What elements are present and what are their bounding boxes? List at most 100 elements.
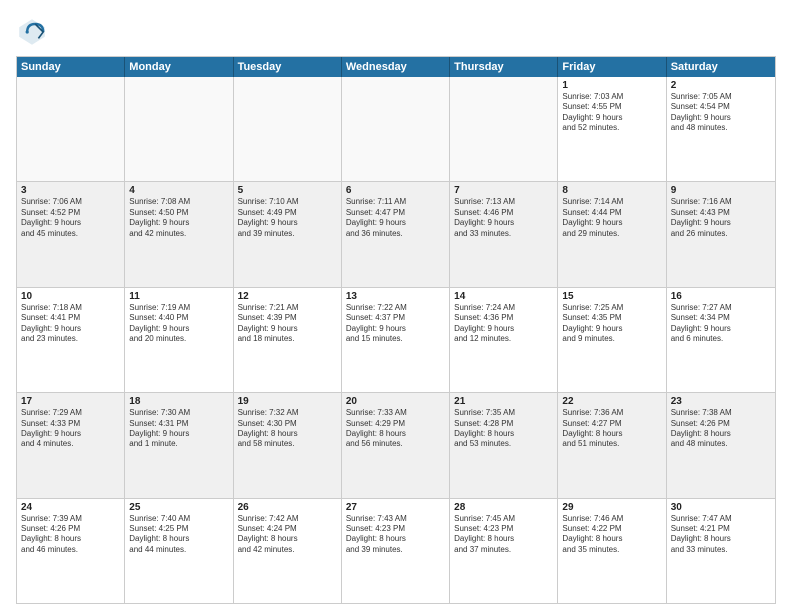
day-cell-30: 30Sunrise: 7:47 AM Sunset: 4:21 PM Dayli… — [667, 499, 775, 603]
calendar: SundayMondayTuesdayWednesdayThursdayFrid… — [16, 56, 776, 604]
day-number: 25 — [129, 502, 228, 513]
header-day-saturday: Saturday — [667, 57, 775, 77]
header-day-monday: Monday — [125, 57, 233, 77]
calendar-week-1: 1Sunrise: 7:03 AM Sunset: 4:55 PM Daylig… — [17, 77, 775, 182]
day-number: 12 — [238, 291, 337, 302]
calendar-week-2: 3Sunrise: 7:06 AM Sunset: 4:52 PM Daylig… — [17, 182, 775, 287]
calendar-week-3: 10Sunrise: 7:18 AM Sunset: 4:41 PM Dayli… — [17, 288, 775, 393]
day-number: 2 — [671, 80, 771, 91]
day-cell-26: 26Sunrise: 7:42 AM Sunset: 4:24 PM Dayli… — [234, 499, 342, 603]
empty-cell — [17, 77, 125, 181]
header-day-friday: Friday — [558, 57, 666, 77]
empty-cell — [234, 77, 342, 181]
day-number: 29 — [562, 502, 661, 513]
day-number: 13 — [346, 291, 445, 302]
empty-cell — [125, 77, 233, 181]
day-number: 1 — [562, 80, 661, 91]
day-number: 27 — [346, 502, 445, 513]
day-cell-17: 17Sunrise: 7:29 AM Sunset: 4:33 PM Dayli… — [17, 393, 125, 497]
day-info: Sunrise: 7:14 AM Sunset: 4:44 PM Dayligh… — [562, 197, 661, 239]
day-cell-29: 29Sunrise: 7:46 AM Sunset: 4:22 PM Dayli… — [558, 499, 666, 603]
day-number: 9 — [671, 185, 771, 196]
day-info: Sunrise: 7:05 AM Sunset: 4:54 PM Dayligh… — [671, 92, 771, 134]
day-cell-8: 8Sunrise: 7:14 AM Sunset: 4:44 PM Daylig… — [558, 182, 666, 286]
day-info: Sunrise: 7:24 AM Sunset: 4:36 PM Dayligh… — [454, 303, 553, 345]
day-number: 22 — [562, 396, 661, 407]
day-number: 18 — [129, 396, 228, 407]
day-info: Sunrise: 7:18 AM Sunset: 4:41 PM Dayligh… — [21, 303, 120, 345]
day-cell-22: 22Sunrise: 7:36 AM Sunset: 4:27 PM Dayli… — [558, 393, 666, 497]
day-info: Sunrise: 7:08 AM Sunset: 4:50 PM Dayligh… — [129, 197, 228, 239]
day-info: Sunrise: 7:35 AM Sunset: 4:28 PM Dayligh… — [454, 408, 553, 450]
day-number: 15 — [562, 291, 661, 302]
day-number: 7 — [454, 185, 553, 196]
day-info: Sunrise: 7:10 AM Sunset: 4:49 PM Dayligh… — [238, 197, 337, 239]
day-cell-18: 18Sunrise: 7:30 AM Sunset: 4:31 PM Dayli… — [125, 393, 233, 497]
day-info: Sunrise: 7:30 AM Sunset: 4:31 PM Dayligh… — [129, 408, 228, 450]
day-number: 5 — [238, 185, 337, 196]
day-number: 23 — [671, 396, 771, 407]
day-cell-14: 14Sunrise: 7:24 AM Sunset: 4:36 PM Dayli… — [450, 288, 558, 392]
day-info: Sunrise: 7:40 AM Sunset: 4:25 PM Dayligh… — [129, 514, 228, 556]
day-info: Sunrise: 7:36 AM Sunset: 4:27 PM Dayligh… — [562, 408, 661, 450]
empty-cell — [450, 77, 558, 181]
day-info: Sunrise: 7:32 AM Sunset: 4:30 PM Dayligh… — [238, 408, 337, 450]
header-day-wednesday: Wednesday — [342, 57, 450, 77]
day-cell-28: 28Sunrise: 7:45 AM Sunset: 4:23 PM Dayli… — [450, 499, 558, 603]
day-info: Sunrise: 7:16 AM Sunset: 4:43 PM Dayligh… — [671, 197, 771, 239]
day-number: 24 — [21, 502, 120, 513]
day-info: Sunrise: 7:06 AM Sunset: 4:52 PM Dayligh… — [21, 197, 120, 239]
day-info: Sunrise: 7:39 AM Sunset: 4:26 PM Dayligh… — [21, 514, 120, 556]
day-cell-4: 4Sunrise: 7:08 AM Sunset: 4:50 PM Daylig… — [125, 182, 233, 286]
day-number: 21 — [454, 396, 553, 407]
day-info: Sunrise: 7:47 AM Sunset: 4:21 PM Dayligh… — [671, 514, 771, 556]
day-number: 26 — [238, 502, 337, 513]
day-cell-7: 7Sunrise: 7:13 AM Sunset: 4:46 PM Daylig… — [450, 182, 558, 286]
calendar-body: 1Sunrise: 7:03 AM Sunset: 4:55 PM Daylig… — [17, 77, 775, 603]
day-info: Sunrise: 7:43 AM Sunset: 4:23 PM Dayligh… — [346, 514, 445, 556]
day-cell-23: 23Sunrise: 7:38 AM Sunset: 4:26 PM Dayli… — [667, 393, 775, 497]
day-number: 28 — [454, 502, 553, 513]
header-day-thursday: Thursday — [450, 57, 558, 77]
day-info: Sunrise: 7:45 AM Sunset: 4:23 PM Dayligh… — [454, 514, 553, 556]
day-cell-11: 11Sunrise: 7:19 AM Sunset: 4:40 PM Dayli… — [125, 288, 233, 392]
day-info: Sunrise: 7:21 AM Sunset: 4:39 PM Dayligh… — [238, 303, 337, 345]
day-info: Sunrise: 7:19 AM Sunset: 4:40 PM Dayligh… — [129, 303, 228, 345]
day-info: Sunrise: 7:22 AM Sunset: 4:37 PM Dayligh… — [346, 303, 445, 345]
day-number: 19 — [238, 396, 337, 407]
day-info: Sunrise: 7:25 AM Sunset: 4:35 PM Dayligh… — [562, 303, 661, 345]
logo — [16, 16, 52, 48]
calendar-week-5: 24Sunrise: 7:39 AM Sunset: 4:26 PM Dayli… — [17, 499, 775, 603]
calendar-week-4: 17Sunrise: 7:29 AM Sunset: 4:33 PM Dayli… — [17, 393, 775, 498]
day-info: Sunrise: 7:33 AM Sunset: 4:29 PM Dayligh… — [346, 408, 445, 450]
day-number: 17 — [21, 396, 120, 407]
empty-cell — [342, 77, 450, 181]
day-cell-21: 21Sunrise: 7:35 AM Sunset: 4:28 PM Dayli… — [450, 393, 558, 497]
day-cell-10: 10Sunrise: 7:18 AM Sunset: 4:41 PM Dayli… — [17, 288, 125, 392]
day-cell-13: 13Sunrise: 7:22 AM Sunset: 4:37 PM Dayli… — [342, 288, 450, 392]
day-number: 6 — [346, 185, 445, 196]
logo-icon — [16, 16, 48, 48]
day-number: 10 — [21, 291, 120, 302]
day-cell-9: 9Sunrise: 7:16 AM Sunset: 4:43 PM Daylig… — [667, 182, 775, 286]
day-number: 8 — [562, 185, 661, 196]
day-cell-5: 5Sunrise: 7:10 AM Sunset: 4:49 PM Daylig… — [234, 182, 342, 286]
day-number: 11 — [129, 291, 228, 302]
day-cell-3: 3Sunrise: 7:06 AM Sunset: 4:52 PM Daylig… — [17, 182, 125, 286]
day-cell-16: 16Sunrise: 7:27 AM Sunset: 4:34 PM Dayli… — [667, 288, 775, 392]
day-number: 4 — [129, 185, 228, 196]
day-info: Sunrise: 7:11 AM Sunset: 4:47 PM Dayligh… — [346, 197, 445, 239]
day-info: Sunrise: 7:27 AM Sunset: 4:34 PM Dayligh… — [671, 303, 771, 345]
day-info: Sunrise: 7:42 AM Sunset: 4:24 PM Dayligh… — [238, 514, 337, 556]
day-cell-15: 15Sunrise: 7:25 AM Sunset: 4:35 PM Dayli… — [558, 288, 666, 392]
day-cell-27: 27Sunrise: 7:43 AM Sunset: 4:23 PM Dayli… — [342, 499, 450, 603]
day-info: Sunrise: 7:38 AM Sunset: 4:26 PM Dayligh… — [671, 408, 771, 450]
day-info: Sunrise: 7:29 AM Sunset: 4:33 PM Dayligh… — [21, 408, 120, 450]
day-cell-12: 12Sunrise: 7:21 AM Sunset: 4:39 PM Dayli… — [234, 288, 342, 392]
day-cell-24: 24Sunrise: 7:39 AM Sunset: 4:26 PM Dayli… — [17, 499, 125, 603]
day-cell-25: 25Sunrise: 7:40 AM Sunset: 4:25 PM Dayli… — [125, 499, 233, 603]
day-cell-1: 1Sunrise: 7:03 AM Sunset: 4:55 PM Daylig… — [558, 77, 666, 181]
calendar-header: SundayMondayTuesdayWednesdayThursdayFrid… — [17, 57, 775, 77]
day-number: 3 — [21, 185, 120, 196]
day-cell-19: 19Sunrise: 7:32 AM Sunset: 4:30 PM Dayli… — [234, 393, 342, 497]
